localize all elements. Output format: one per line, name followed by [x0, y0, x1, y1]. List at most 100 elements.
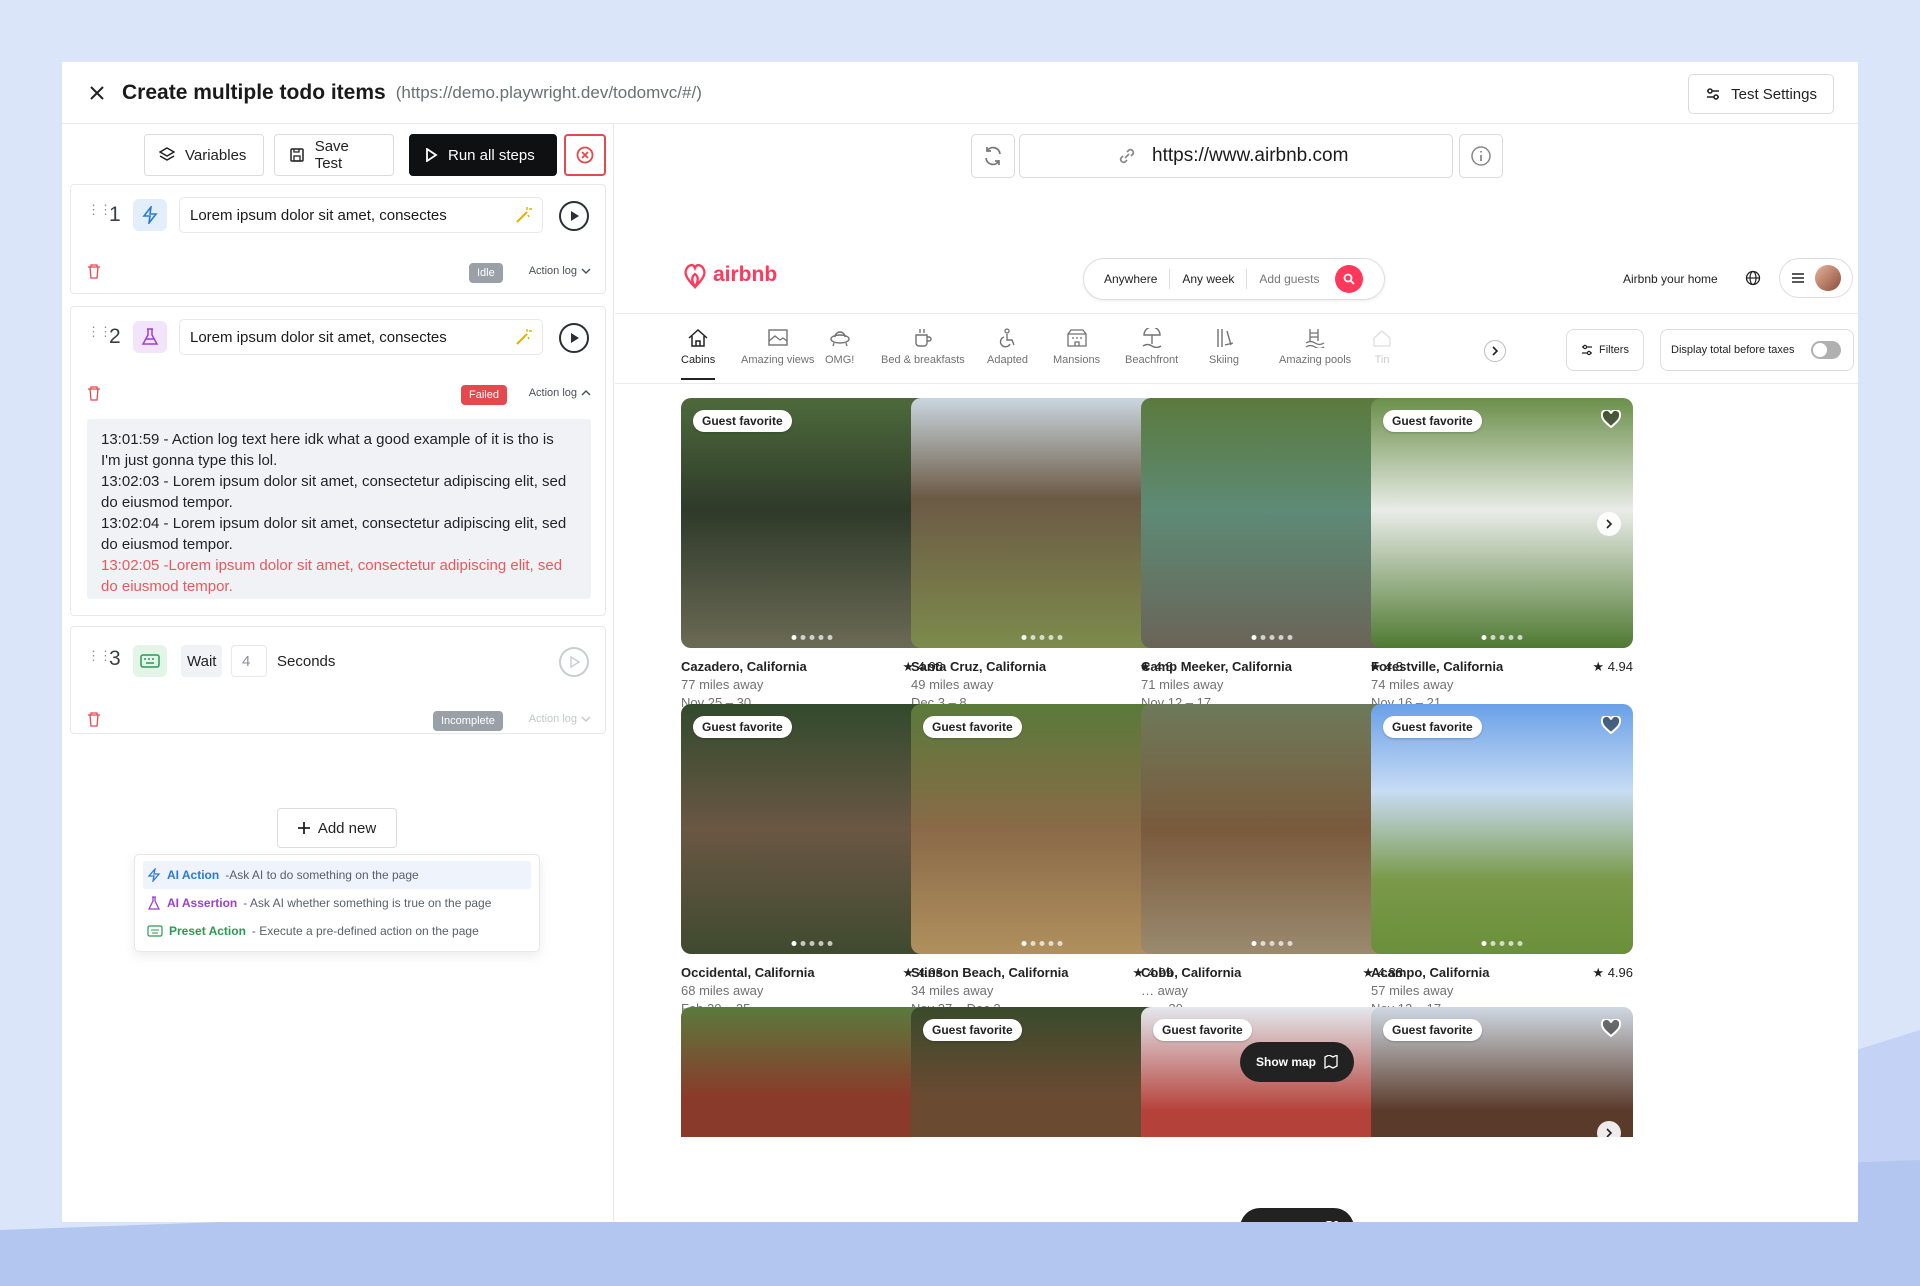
category-amazing-pools[interactable]: Amazing pools — [1279, 328, 1351, 366]
menu-item-preset-action[interactable]: Preset Action - Execute a pre-defined ac… — [143, 917, 531, 945]
action-log-label: Action log — [528, 713, 577, 725]
trash-icon[interactable] — [87, 711, 101, 727]
category-amazing-views[interactable]: Amazing views — [741, 328, 814, 366]
info-button[interactable] — [1459, 134, 1503, 178]
run-all-steps-button[interactable]: Run all steps — [409, 134, 557, 176]
category-mansions[interactable]: Mansions — [1053, 328, 1100, 366]
menu-item-ai-action[interactable]: AI Action -Ask AI to do something on the… — [143, 861, 531, 889]
airbnb-your-home-link[interactable]: Airbnb your home — [1623, 272, 1718, 286]
stop-button[interactable] — [564, 134, 606, 176]
listing-photo[interactable]: Guest favorite — [681, 704, 943, 954]
variables-icon — [159, 147, 175, 161]
listing-photo[interactable]: Guest favorite — [911, 704, 1173, 954]
airbnb-logo[interactable]: airbnb — [681, 260, 777, 290]
photo-next-button[interactable] — [1597, 1121, 1621, 1137]
listing-photo[interactable] — [911, 398, 1173, 648]
listing-photo[interactable]: Guest favorite — [1371, 1007, 1633, 1137]
heart-icon[interactable] — [1601, 716, 1621, 734]
wheelchair-icon — [1000, 328, 1016, 348]
step-input[interactable]: Lorem ipsum dolor sit amet, consectes — [179, 319, 543, 355]
run-step-button[interactable] — [559, 647, 589, 677]
listing-photo[interactable]: Guest favorite — [1371, 704, 1633, 954]
run-step-button[interactable] — [559, 201, 589, 231]
close-icon[interactable] — [86, 82, 108, 104]
listing-photo[interactable] — [1141, 398, 1403, 648]
test-settings-label: Test Settings — [1731, 85, 1817, 103]
listing-distance: 68 miles away — [681, 983, 764, 998]
wait-seconds-input[interactable]: 4 — [231, 645, 267, 677]
menu-item-title: Preset Action — [169, 924, 246, 938]
heart-icon[interactable] — [1601, 1019, 1621, 1037]
chevron-up-icon — [581, 390, 591, 396]
action-log-label: Action log — [528, 265, 577, 277]
chevron-right-icon — [1492, 346, 1499, 356]
test-settings-button[interactable]: Test Settings — [1688, 74, 1834, 114]
search-where[interactable]: Anywhere — [1084, 272, 1169, 286]
category-next-button[interactable] — [1484, 340, 1506, 362]
category-beachfront[interactable]: Beachfront — [1125, 328, 1178, 366]
trash-icon[interactable] — [87, 385, 101, 401]
taxes-label: Display total before taxes — [1671, 344, 1795, 356]
category-adapted[interactable]: Adapted — [987, 328, 1028, 366]
taxes-toggle[interactable]: Display total before taxes — [1660, 329, 1854, 371]
category-bed-breakfasts[interactable]: Bed & breakfasts — [881, 328, 965, 366]
chevron-down-icon — [581, 268, 591, 274]
add-new-button[interactable]: Add new — [277, 808, 397, 848]
magic-wand-icon[interactable] — [514, 328, 532, 346]
action-log-toggle[interactable]: Action log — [529, 387, 591, 399]
photo-dots — [1481, 635, 1523, 640]
variables-button[interactable]: Variables — [144, 134, 264, 176]
listing-photo[interactable] — [681, 1007, 943, 1137]
test-title: Create multiple todo items — [122, 80, 386, 104]
run-step-button[interactable] — [559, 323, 589, 353]
category-skiing[interactable]: Skiing — [1209, 328, 1239, 366]
category-omg[interactable]: OMG! — [825, 328, 854, 366]
menu-item-desc: - Execute a pre-defined action on the pa… — [251, 924, 479, 938]
reload-button[interactable] — [971, 134, 1015, 178]
category-tiny-homes[interactable]: Tin — [1371, 328, 1393, 366]
search-when[interactable]: Any week — [1170, 272, 1246, 286]
heart-icon[interactable] — [1601, 410, 1621, 428]
listing-photo[interactable]: Guest favorite — [1371, 398, 1633, 648]
action-log-toggle[interactable]: Action log — [529, 713, 591, 725]
search-guests[interactable]: Add guests — [1247, 272, 1331, 286]
refresh-icon — [985, 146, 1001, 166]
filters-button[interactable]: Filters — [1566, 329, 1644, 371]
toggle-switch[interactable] — [1810, 341, 1841, 359]
save-test-button[interactable]: Save Test — [274, 134, 394, 176]
action-log-toggle[interactable]: Action log — [529, 265, 591, 277]
drag-handle-icon[interactable]: ⋮⋮ — [87, 649, 112, 662]
plus-icon — [297, 822, 310, 834]
search-bar[interactable]: Anywhere Any week Add guests — [1083, 258, 1385, 300]
keyboard-icon — [133, 645, 167, 677]
menu-item-ai-assertion[interactable]: AI Assertion - Ask AI whether something … — [143, 889, 531, 917]
category-label: Bed & breakfasts — [881, 354, 965, 366]
status-badge: Incomplete — [433, 711, 503, 731]
globe-icon[interactable] — [1745, 270, 1761, 286]
listing-distance: 34 miles away — [911, 983, 994, 998]
lightning-icon — [147, 868, 161, 882]
category-label: Cabins — [681, 354, 716, 366]
test-editor-window: Create multiple todo items (https://demo… — [62, 62, 1858, 1222]
listing-photo[interactable]: Guest favorite — [911, 1007, 1173, 1137]
trash-icon[interactable] — [87, 263, 101, 279]
step-input[interactable]: Lorem ipsum dolor sit amet, consectes — [179, 197, 543, 233]
show-map-button[interactable]: Show map — [1240, 1208, 1355, 1222]
address-bar[interactable]: https://www.airbnb.com — [1019, 134, 1453, 178]
log-error-line: 13:02:05 -Lorem ipsum dolor sit amet, co… — [101, 557, 563, 595]
listing-photo[interactable] — [1141, 704, 1403, 954]
search-button[interactable] — [1335, 265, 1364, 293]
ski-icon — [1217, 329, 1234, 347]
step-card-2: ⋮⋮ 2 Lorem ipsum dolor sit amet, consect… — [70, 306, 606, 616]
magic-wand-icon[interactable] — [514, 206, 532, 224]
chevron-right-icon — [1606, 519, 1613, 529]
drag-handle-icon[interactable]: ⋮⋮ — [87, 325, 112, 338]
category-cabins[interactable]: Cabins — [681, 328, 716, 380]
photo-next-button[interactable] — [1597, 512, 1621, 536]
listing-photo[interactable]: Guest favorite — [681, 398, 943, 648]
category-label: Mansions — [1053, 354, 1101, 366]
show-map-button[interactable]: Show map — [1240, 1042, 1355, 1082]
user-menu[interactable] — [1779, 258, 1853, 298]
drag-handle-icon[interactable]: ⋮⋮ — [87, 203, 112, 216]
guest-favorite-badge: Guest favorite — [1383, 1019, 1482, 1041]
